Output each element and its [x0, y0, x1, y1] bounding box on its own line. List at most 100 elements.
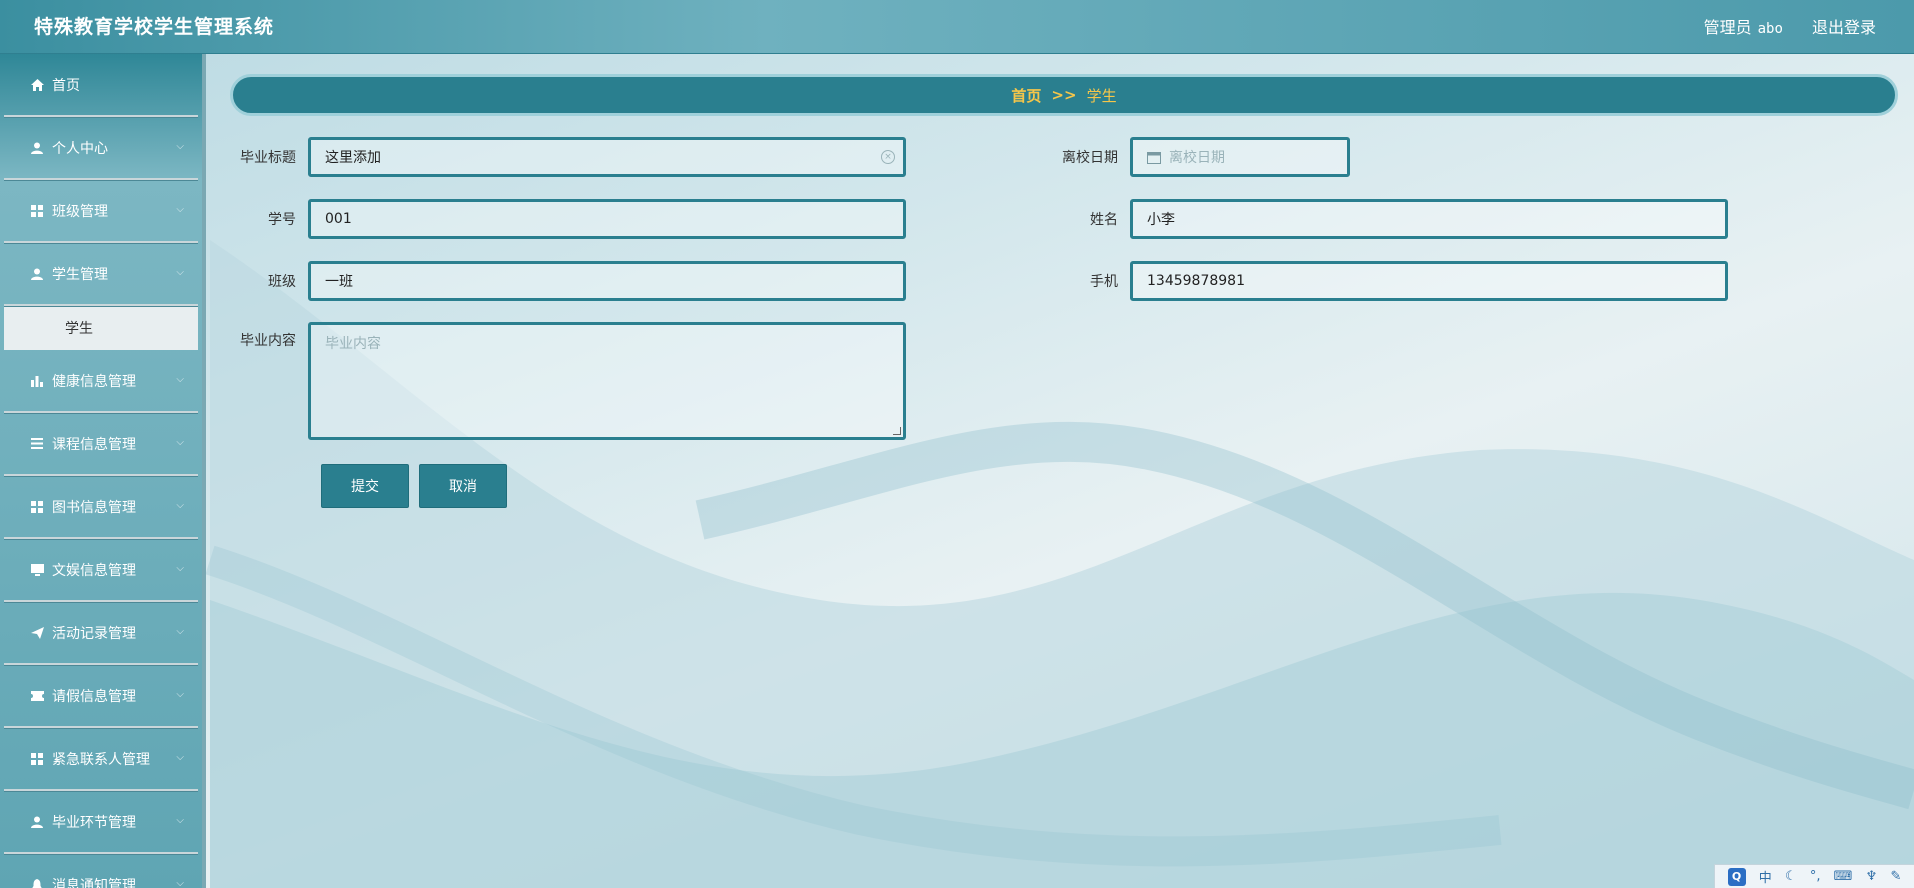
sidebar-item-label: 活动记录管理	[52, 625, 136, 642]
user-icon	[30, 267, 44, 281]
clear-icon[interactable]: ×	[881, 150, 895, 164]
app-title: 特殊教育学校学生管理系统	[34, 16, 275, 38]
breadcrumb-home[interactable]: 首页	[1011, 85, 1041, 106]
app-header: 特殊教育学校学生管理系统 管理员 abo 退出登录	[0, 0, 1914, 54]
cancel-button[interactable]: 取消	[419, 464, 507, 508]
resize-handle[interactable]	[893, 427, 901, 435]
class-input[interactable]: 一班	[308, 261, 906, 301]
sidebar-item-label: 文娱信息管理	[52, 562, 136, 579]
grad-title-row: 毕业标题 这里添加 ×	[210, 137, 906, 177]
sidebar-item-label: 课程信息管理	[52, 436, 136, 453]
input-method-logo-icon[interactable]: Q	[1727, 867, 1746, 886]
sidebar-item-label: 毕业环节管理	[52, 814, 136, 831]
system-tray: Q 中 ☾ °, ⌨ ♆ ✎	[1714, 864, 1914, 888]
list-icon	[30, 437, 44, 451]
punctuation-icon[interactable]: °,	[1810, 869, 1821, 884]
chevron-down-icon: ⌵	[176, 752, 184, 763]
class-row: 班级 一班	[210, 261, 906, 301]
sidebar-item-student[interactable]: 学生管理 ⌵	[4, 243, 198, 306]
grad-title-value: 这里添加	[325, 150, 381, 166]
chevron-down-icon: ⌵	[176, 374, 184, 385]
sidebar-item-books[interactable]: 图书信息管理 ⌵	[4, 476, 198, 539]
sidebar-item-leave[interactable]: 请假信息管理 ⌵	[4, 665, 198, 728]
leave-date-picker[interactable]: 离校日期	[1130, 137, 1350, 177]
class-value: 一班	[325, 274, 353, 290]
sidebar-item-health[interactable]: 健康信息管理 ⌵	[4, 350, 198, 413]
chevron-down-icon: ⌵	[176, 563, 184, 574]
sidebar-item-personal[interactable]: 个人中心 ⌵	[4, 117, 198, 180]
sidebar-item-label: 请假信息管理	[52, 688, 136, 705]
chevron-down-icon: ⌵	[176, 437, 184, 448]
phone-label: 手机	[1090, 274, 1118, 290]
grad-title-label: 毕业标题	[240, 150, 296, 166]
keyboard-icon[interactable]: ⌨	[1834, 869, 1853, 884]
submit-button[interactable]: 提交	[321, 464, 409, 508]
sidebar-item-course[interactable]: 课程信息管理 ⌵	[4, 413, 198, 476]
grid-icon	[30, 500, 44, 514]
breadcrumb-separator: >>	[1051, 86, 1077, 104]
student-no-input[interactable]: 001	[308, 199, 906, 239]
grad-title-input[interactable]: 这里添加 ×	[308, 137, 906, 177]
bell-icon	[30, 878, 44, 888]
phone-row: 手机 13459878981	[1032, 261, 1728, 301]
sidebar-item-emergency[interactable]: 紧急联系人管理 ⌵	[4, 728, 198, 791]
leave-date-placeholder: 离校日期	[1169, 150, 1225, 166]
phone-value: 13459878981	[1147, 273, 1245, 289]
skin-icon[interactable]: ♆	[1866, 869, 1878, 884]
leave-date-label: 离校日期	[1062, 150, 1118, 166]
chevron-down-icon: ⌵	[176, 204, 184, 215]
name-input[interactable]: 小李	[1130, 199, 1728, 239]
content-label: 毕业内容	[240, 333, 296, 349]
name-row: 姓名 小李	[1032, 199, 1728, 239]
student-no-value: 001	[325, 211, 352, 227]
user-icon	[30, 141, 44, 155]
sidebar: 首页 个人中心 ⌵ 班级管理 ⌵ 学生管理 ⌵ 学生 健康信息管理 ⌵ 课程信息…	[0, 54, 206, 888]
sidebar-item-entertainment[interactable]: 文娱信息管理 ⌵	[4, 539, 198, 602]
student-no-row: 学号 001	[210, 199, 906, 239]
send-icon	[30, 626, 44, 640]
leave-date-row: 离校日期 离校日期	[1032, 137, 1350, 177]
username: abo	[1757, 21, 1783, 37]
chevron-down-icon: ⌵	[176, 626, 184, 637]
sidebar-item-label: 紧急联系人管理	[52, 751, 150, 768]
student-no-label: 学号	[268, 212, 296, 228]
home-icon	[30, 78, 44, 92]
bar-chart-icon	[30, 374, 44, 388]
grid-icon	[30, 752, 44, 766]
monitor-icon	[30, 563, 44, 577]
sidebar-item-label: 健康信息管理	[52, 373, 136, 390]
content-textarea[interactable]: 毕业内容	[308, 322, 906, 440]
logout-link[interactable]: 退出登录	[1812, 18, 1876, 37]
chevron-down-icon: ⌵	[176, 689, 184, 700]
user-area: 管理员 abo 退出登录	[1684, 14, 1876, 38]
sidebar-item-graduation[interactable]: 毕业环节管理 ⌵	[4, 791, 198, 854]
name-value: 小李	[1147, 212, 1175, 228]
content-row: 毕业内容 毕业内容	[210, 322, 906, 440]
breadcrumb: 首页 >> 学生	[230, 74, 1898, 116]
user-icon	[30, 815, 44, 829]
sidebar-item-class[interactable]: 班级管理 ⌵	[4, 180, 198, 243]
ticket-icon	[30, 689, 44, 703]
sidebar-item-home[interactable]: 首页	[4, 54, 198, 117]
sidebar-item-activity[interactable]: 活动记录管理 ⌵	[4, 602, 198, 665]
moon-icon[interactable]: ☾	[1785, 869, 1797, 884]
chevron-down-icon: ⌵	[176, 500, 184, 511]
sidebar-item-notice[interactable]: 消息通知管理 ⌵	[4, 854, 198, 888]
sidebar-item-label: 学生管理	[52, 266, 108, 283]
role-label: 管理员	[1703, 18, 1752, 37]
wrench-icon[interactable]: ✎	[1890, 869, 1901, 884]
sidebar-subitem-student[interactable]: 学生	[4, 306, 198, 350]
ime-mode[interactable]: 中	[1759, 867, 1772, 886]
chevron-down-icon: ⌵	[176, 878, 184, 888]
class-label: 班级	[268, 274, 296, 290]
name-label: 姓名	[1090, 212, 1118, 228]
breadcrumb-current: 学生	[1086, 86, 1117, 105]
chevron-down-icon: ⌵	[176, 815, 184, 826]
chevron-down-icon: ⌵	[176, 267, 184, 278]
chevron-down-icon: ⌵	[176, 141, 184, 152]
phone-input[interactable]: 13459878981	[1130, 261, 1728, 301]
content-placeholder: 毕业内容	[325, 336, 381, 352]
sidebar-item-label: 首页	[52, 77, 80, 94]
main-content: 首页 >> 学生 毕业标题 这里添加 × 离校日期 离校日期 学号 001 姓名…	[210, 54, 1914, 888]
grid-icon	[30, 204, 44, 218]
